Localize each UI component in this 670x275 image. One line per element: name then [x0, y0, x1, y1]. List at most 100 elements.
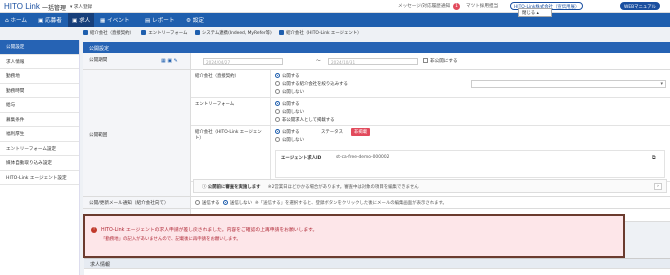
tag-icon	[194, 30, 200, 35]
sidebar-item-location[interactable]: 勤務地	[0, 69, 79, 84]
review-notice: ⓘ 公開前に審査を実施します ※2営業日ほどかかる場合があります。審査中は対象の…	[193, 179, 667, 193]
mail-opt-nosend[interactable]: 送信しない	[223, 200, 252, 206]
mail-label: 公開/更新メール通知（紹介会社向て）	[83, 196, 191, 209]
scope-hito: 紹介会社（HITO-Link エージェント） 公開する ステータス 非掲載 公開…	[191, 126, 670, 182]
sidebar-item-entry-form[interactable]: エントリーフォーム設定	[0, 142, 79, 156]
nav-applicants-label: 応募者	[45, 18, 62, 24]
tag-icon	[83, 30, 88, 35]
mail-note: ※「送信する」を選択すると、登録ボタンをクリックした後にメールの編集画面が表示さ…	[255, 201, 447, 206]
end-date-input[interactable]: 2024/10/31	[328, 58, 418, 65]
notification-badge: 1	[453, 3, 460, 10]
agent-id-value: st-ca-free-demo-000002	[336, 155, 390, 160]
option-label: 公開しない	[282, 110, 304, 115]
app-name: 一括管理	[42, 5, 67, 12]
option-label: 公開する	[282, 102, 300, 107]
start-date-input[interactable]: 2024/04/27	[203, 58, 283, 65]
option-label: 公開しない	[282, 138, 304, 143]
radio-unchecked	[275, 81, 280, 86]
sidebar-item-agent[interactable]: HITO-Link エージェント設定	[0, 171, 79, 185]
tag-label: 紹介会社（直接契約）	[90, 31, 134, 36]
nav-jobs-label: 求人	[79, 18, 91, 24]
direct-opt-filter[interactable]: 公開する紹介会社を絞り込みする	[275, 81, 348, 87]
hito-opt-publish[interactable]: 公開する	[275, 129, 300, 135]
sidebar-item-publish[interactable]: 公開設定	[0, 40, 79, 55]
direct-opt-publish[interactable]: 公開する	[275, 73, 300, 79]
radio-unchecked	[275, 117, 280, 122]
notice-title: 公開前に審査を実施します	[207, 185, 261, 190]
sidebar-item-job-info[interactable]: 求人情報	[0, 55, 79, 69]
breadcrumb[interactable]: ▾ 求人登録	[70, 4, 92, 10]
section2-body	[84, 268, 670, 275]
mail-opt-send[interactable]: 送信する	[195, 200, 220, 206]
private-checkbox[interactable]: 非公開にする	[423, 58, 458, 64]
radio-checked	[275, 129, 280, 134]
agent-id-box: エージェント求人ID st-ca-free-demo-000002 ⧉	[275, 150, 665, 178]
warning-icon: !	[91, 227, 97, 233]
notify-link[interactable]: 通知	[441, 3, 450, 9]
radio-unchecked	[275, 137, 280, 142]
channel-tags: 紹介会社（直接契約） エントリーフォーム システム連携(Indeed, MyRe…	[83, 30, 368, 40]
tag-system: システム連携(Indeed, MyRefer等)	[194, 30, 272, 36]
tag-label: エントリーフォーム	[148, 31, 188, 36]
entry-opt-publish[interactable]: 公開する	[275, 101, 300, 107]
sidebar-item-salary[interactable]: 給与	[0, 98, 79, 113]
copy-icon[interactable]: ⧉	[652, 155, 656, 161]
radio-unchecked	[275, 89, 280, 94]
direct-opt-private[interactable]: 公開しない	[275, 89, 304, 95]
nav-settings-label: 設定	[192, 18, 204, 24]
rejection-alert: ! HITO-Link エージェントの求人申請が差し戻されました。内容をご確認の…	[83, 214, 625, 258]
entry-opt-private[interactable]: 公開しない	[275, 109, 304, 115]
nav-reports-label: レポート	[152, 18, 175, 24]
status-badge: 非掲載	[351, 128, 371, 136]
status-label: ステータス	[321, 130, 343, 135]
tag-icon	[141, 30, 147, 35]
mail-row: 送信する 送信しない ※「送信する」を選択すると、登録ボタンをクリックした後にメ…	[191, 196, 670, 209]
option-label: 非公開求人として掲載する	[282, 118, 335, 123]
tag-hito: 紹介会社（HITO-Link エージェント）	[279, 30, 362, 36]
option-label: 公開する	[282, 130, 300, 135]
alert-body: 「勤務地」の記入があいませんので、記載後に再申請をお願いします。	[101, 237, 241, 242]
tag-direct: 紹介会社（直接契約）	[83, 30, 134, 36]
chevron-right-icon[interactable]: ›	[654, 183, 662, 190]
scope-direct: 紹介会社（直接契約） 公開する 公開する紹介会社を絞り込みする 公開しない	[191, 70, 670, 98]
sidebar: 公開設定 求人情報 勤務地 勤務時間 給与 募集条件 福利厚生 エントリーフォー…	[0, 40, 80, 275]
alert-close-button[interactable]: 閉じる ▴	[518, 8, 552, 17]
sidebar-item-benefits[interactable]: 福利厚生	[0, 127, 79, 142]
calendar-icon[interactable]: ▦ ▣ ✎	[161, 58, 178, 64]
user-menu[interactable]: マツト採用担当	[466, 3, 498, 9]
hito-label: 紹介会社（HITO-Link エージェント）	[191, 126, 271, 181]
option-label: 公開する	[282, 74, 300, 79]
nav-home[interactable]: ⌂ ホーム	[5, 16, 27, 24]
nav-settings[interactable]: ⚙ 設定	[186, 16, 204, 24]
agency-select[interactable]	[471, 80, 666, 88]
nav-applicants[interactable]: ▣ 応募者	[38, 16, 62, 24]
option-label: 公開する紹介会社を絞り込みする	[282, 82, 348, 87]
nav-home-label: ホーム	[10, 18, 27, 24]
main-nav: ⌂ ホーム ▣ 応募者 ▣ 求人 ▦ イベント ▤ レポート ⚙ 設定	[0, 13, 670, 27]
hito-opt-private[interactable]: 公開しない	[275, 137, 304, 143]
radio-checked	[223, 200, 228, 205]
direct-label: 紹介会社（直接契約）	[191, 70, 271, 97]
sidebar-item-requirements[interactable]: 募集条件	[0, 113, 79, 127]
entry-opt-hidden[interactable]: 非公開求人として掲載する	[275, 117, 335, 123]
sidebar-item-hours[interactable]: 勤務時間	[0, 84, 79, 98]
logo[interactable]: HITO Link	[4, 2, 40, 11]
message-link[interactable]: メッセージ/対応履歴	[398, 3, 441, 9]
nav-jobs[interactable]: ▣ 求人	[68, 13, 95, 27]
period-row: ▦ ▣ ✎ 2024/04/27 〜 2024/10/31 非公開にする	[161, 53, 670, 70]
manual-button[interactable]: WEBマニュアル	[620, 2, 660, 10]
sidebar-item-media-import[interactable]: 媒体自動取り込み設定	[0, 156, 79, 171]
tag-entry: エントリーフォーム	[141, 30, 187, 36]
checkbox-box	[423, 58, 428, 63]
section2-title: 求人情報	[84, 258, 670, 268]
tag-label: システム連携(Indeed, MyRefer等)	[201, 31, 272, 36]
radio-checked	[275, 101, 280, 106]
option-label: 公開しない	[282, 90, 304, 95]
nav-events[interactable]: ▦ イベント	[100, 16, 129, 24]
scope-entry: エントリーフォーム 公開する 公開しない 非公開求人として掲載する	[191, 98, 670, 126]
radio-unchecked	[195, 200, 200, 205]
nav-reports[interactable]: ▤ レポート	[145, 16, 174, 24]
tag-icon	[279, 30, 285, 35]
entry-label: エントリーフォーム	[191, 98, 271, 125]
radio-unchecked	[275, 109, 280, 114]
